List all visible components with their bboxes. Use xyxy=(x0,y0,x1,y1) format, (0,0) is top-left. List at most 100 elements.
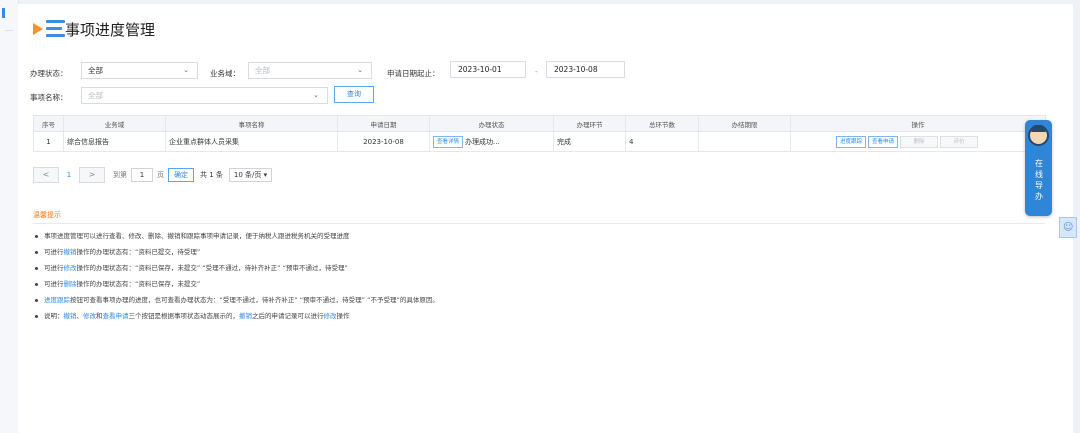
goto-page-input[interactable]: 1 xyxy=(131,168,153,182)
bullet-icon xyxy=(35,250,38,254)
date-separator: - xyxy=(535,67,538,76)
tip-link-progress: 进度跟踪 xyxy=(44,296,70,304)
date-label: 申请日期起止： xyxy=(387,69,440,78)
item-name-select[interactable]: 全部 ⌄ xyxy=(81,87,328,104)
tip-link-modify: 修改 xyxy=(83,312,96,320)
col-header-date: 申请日期 xyxy=(337,115,430,132)
tip-line-4: 可进行删除操作的办理状态有：“资料已保存，未提交” xyxy=(35,278,200,288)
online-guide-label: 在线导办 xyxy=(1035,159,1043,201)
goto-confirm-button[interactable]: 确定 xyxy=(168,168,194,182)
tip-text: 操作的办理状态有：“资料已提交，待受理” xyxy=(76,248,201,256)
tip-text: 事项进度管理可以进行查看、修改、删除、撤销和跟踪事项申请记录，便于纳税人跟进税务… xyxy=(44,232,350,240)
total-count: 共 1 条 xyxy=(200,171,223,179)
status-text: 办理成功... xyxy=(465,137,500,146)
tip-text: 可进行 xyxy=(44,248,64,256)
domain-label: 业务域： xyxy=(210,69,240,78)
tip-text: 三个按钮是根据事项状态动态展示的， xyxy=(128,312,240,320)
table-row: 1 综合信息报告 企业重点群体人员采集 2023-10-08 查看详情 办理成功.… xyxy=(33,131,1046,152)
progress-table: 序号 业务域 事项名称 申请日期 办理状态 办理环节 总环节数 办结期限 操作 … xyxy=(33,115,1046,152)
status-value: 全部 xyxy=(88,66,103,75)
tip-link-revoke: 撤销 xyxy=(63,248,77,256)
sidebar-divider xyxy=(5,30,13,31)
delete-button[interactable]: 删除 xyxy=(900,135,939,148)
col-header-deadline: 办结期限 xyxy=(698,115,791,132)
table-header-row: 序号 业务域 事项名称 申请日期 办理状态 办理环节 总环节数 办结期限 操作 xyxy=(33,115,1046,132)
col-header-index: 序号 xyxy=(33,115,64,132)
tip-text: 操作 xyxy=(336,312,350,320)
main-panel: 事项进度管理 办理状态： 全部 ⌄ 业务域： 全部 ⌄ 申请日期起止： 2023… xyxy=(18,4,1073,433)
active-indicator xyxy=(2,8,5,18)
page-title: 事项进度管理 xyxy=(65,20,156,39)
query-button[interactable]: 查询 xyxy=(334,86,374,103)
tip-text: 操作的办理状态有：“资料已保存，未提交” xyxy=(76,280,201,288)
online-guide-widget[interactable]: 在线导办 xyxy=(1025,120,1052,216)
item-name-value: 全部 xyxy=(88,91,103,100)
date-to-input[interactable]: 2023-10-08 xyxy=(546,61,625,78)
tip-text: 可进行 xyxy=(44,280,64,288)
view-application-button[interactable]: 查看申请 xyxy=(868,135,899,148)
tip-link-view: 查看申请 xyxy=(102,312,129,320)
page-unit: 页 xyxy=(157,171,164,179)
cell-step: 完成 xyxy=(553,131,626,152)
col-header-step: 办理环节 xyxy=(553,115,626,132)
prev-page-button[interactable]: < xyxy=(33,167,59,183)
status-label: 办理状态： xyxy=(30,69,68,78)
person-icon: ☺ xyxy=(1063,222,1074,233)
col-header-item: 事项名称 xyxy=(165,115,338,132)
col-header-total: 总环节数 xyxy=(625,115,699,132)
cell-domain: 综合信息报告 xyxy=(63,131,166,152)
tip-line-1: 事项进度管理可以进行查看、修改、删除、撤销和跟踪事项申请记录，便于纳税人跟进税务… xyxy=(35,230,350,240)
bullet-icon xyxy=(35,234,38,238)
tip-link-revoke: 撤销 xyxy=(239,312,252,320)
tip-line-6: 说明：撤销、修改和查看申请三个按钮是根据事项状态动态展示的，撤销之后的申请记录可… xyxy=(35,310,350,320)
bullet-icon xyxy=(35,314,38,318)
detail-button[interactable]: 查看详情 xyxy=(433,135,464,148)
col-header-domain: 业务域 xyxy=(63,115,166,132)
tip-line-3: 可进行修改操作的办理状态有：“资料已保存，未提交” “受理不通过，待补齐补正” … xyxy=(35,262,348,272)
cell-item: 企业重点群体人员采集 xyxy=(165,131,338,152)
current-page[interactable]: 1 xyxy=(59,171,79,179)
tip-line-5: 进度跟踪按钮可查看事项办理的进度，也可查看办理状态为：“受理不通过，待补齐补正”… xyxy=(35,294,439,304)
tip-text: 按钮可查看事项办理的进度，也可查看办理状态为：“受理不通过，待补齐补正” “预审… xyxy=(70,296,439,304)
next-page-button[interactable]: > xyxy=(79,167,105,183)
tip-text: 说明： xyxy=(44,312,64,320)
page-header: 事项进度管理 xyxy=(33,18,155,40)
goto-label: 到第 xyxy=(113,171,127,179)
chevron-down-icon: ⌄ xyxy=(357,66,363,74)
bullet-icon xyxy=(35,282,38,286)
cell-deadline xyxy=(698,131,791,152)
tip-text: 之后的申请记录可以进行 xyxy=(252,312,324,320)
cell-total: 4 xyxy=(625,131,699,152)
tip-text: 操作的办理状态有：“资料已保存，未提交” “受理不通过，待补齐补正” “预审不通… xyxy=(76,264,348,272)
page-size-select[interactable]: 10 条/页 ▾ xyxy=(228,168,273,182)
cell-index: 1 xyxy=(33,131,64,152)
side-contact-tab[interactable]: ☺ xyxy=(1059,217,1077,238)
tips-title: 温馨提示 xyxy=(33,211,61,219)
cell-date: 2023-10-08 xyxy=(337,131,430,152)
evaluate-button[interactable]: 评价 xyxy=(940,135,979,148)
tip-text: 可进行 xyxy=(44,264,64,272)
item-name-label: 事项名称： xyxy=(30,93,68,102)
date-from-input[interactable]: 2023-10-01 xyxy=(450,61,526,78)
tip-link-revoke: 撤销 xyxy=(63,312,77,320)
chevron-down-icon: ⌄ xyxy=(183,66,189,74)
pagination: < 1 > 到第 1 页 确定 共 1 条 10 条/页 ▾ xyxy=(33,166,273,184)
progress-track-button[interactable]: 进度跟踪 xyxy=(836,135,867,148)
cell-status: 查看详情 办理成功... xyxy=(429,131,554,152)
domain-select[interactable]: 全部 ⌄ xyxy=(248,62,372,79)
tip-line-2: 可进行撤销操作的办理状态有：“资料已提交，待受理” xyxy=(35,246,200,256)
tip-link-modify: 修改 xyxy=(323,312,337,320)
bullet-icon xyxy=(35,298,38,302)
bullet-icon xyxy=(35,266,38,270)
chevron-down-icon: ⌄ xyxy=(313,91,319,99)
left-sidebar xyxy=(0,0,19,433)
col-header-actions: 操作 xyxy=(790,115,1046,132)
col-header-status: 办理状态 xyxy=(429,115,554,132)
assistant-avatar-icon xyxy=(1028,125,1049,146)
list-play-icon xyxy=(33,18,67,40)
cell-actions: 进度跟踪 查看申请 删除 评价 xyxy=(790,131,1046,152)
tips-divider xyxy=(33,223,1045,224)
domain-value: 全部 xyxy=(255,66,270,75)
tip-link-modify: 修改 xyxy=(63,264,77,272)
status-select[interactable]: 全部 ⌄ xyxy=(81,62,198,79)
